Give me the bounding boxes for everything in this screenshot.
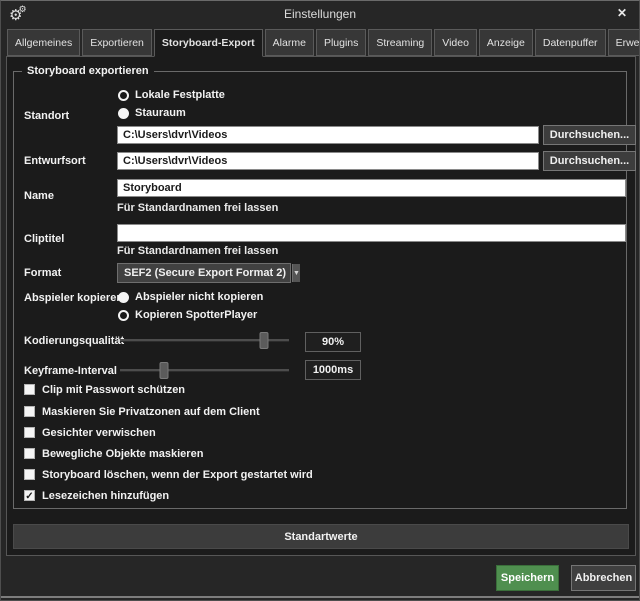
slider-track xyxy=(120,369,289,372)
keyframe-interval-slider[interactable] xyxy=(120,362,289,379)
tab-erweitert[interactable]: Erweitert xyxy=(608,29,640,56)
tab-allgemeines[interactable]: Allgemeines xyxy=(7,29,80,56)
standort-label: Standort xyxy=(24,110,69,122)
name-hint: Für Standardnamen frei lassen xyxy=(117,202,278,214)
close-icon[interactable]: ✕ xyxy=(617,6,627,20)
name-input[interactable] xyxy=(117,179,626,197)
checkbox-lesezeichen-label[interactable]: Lesezeichen hinzufügen xyxy=(42,490,169,502)
kodierungsqualitaet-value: 90% xyxy=(305,332,361,352)
radio-kopieren-spotterplayer[interactable] xyxy=(118,310,129,321)
footer: Speichern Abbrechen xyxy=(1,557,639,596)
tab-anzeige[interactable]: Anzeige xyxy=(479,29,533,56)
entwurfsort-label: Entwurfsort xyxy=(24,155,86,167)
window-title: Einstellungen xyxy=(1,7,639,21)
keyframe-interval-label: Keyframe-Interval xyxy=(24,365,117,377)
checkbox-bewegliche-objekte[interactable] xyxy=(24,448,35,459)
checkbox-privatzonen-maskieren-label[interactable]: Maskieren Sie Privatzonen auf dem Client xyxy=(42,406,260,418)
titlebar: ⚙⚙ Einstellungen ✕ xyxy=(1,1,639,28)
tab-video[interactable]: Video xyxy=(434,29,477,56)
tab-exportieren[interactable]: Exportieren xyxy=(82,29,152,56)
save-button[interactable]: Speichern xyxy=(496,565,559,591)
checkbox-lesezeichen[interactable] xyxy=(24,490,35,501)
cliptitel-hint: Für Standardnamen frei lassen xyxy=(117,245,278,257)
kodierungsqualitaet-slider[interactable] xyxy=(120,332,289,349)
tab-datenpuffer[interactable]: Datenpuffer xyxy=(535,29,606,56)
chevron-down-icon: ▼ xyxy=(292,264,300,282)
entwurfsort-input[interactable] xyxy=(117,152,539,170)
slider-handle[interactable] xyxy=(159,362,168,379)
format-label: Format xyxy=(24,267,61,279)
checkbox-bewegliche-objekte-label[interactable]: Bewegliche Objekte maskieren xyxy=(42,448,203,460)
format-select[interactable]: SEF2 (Secure Export Format 2) ▼ xyxy=(117,263,291,283)
standort-input[interactable] xyxy=(117,126,539,144)
defaults-button[interactable]: Standartwerte xyxy=(13,524,629,549)
keyframe-interval-value: 1000ms xyxy=(305,360,361,380)
radio-lokale-festplatte[interactable] xyxy=(118,90,129,101)
group-title: Storyboard exportieren xyxy=(22,65,154,77)
checkbox-privatzonen-maskieren[interactable] xyxy=(24,406,35,417)
checkbox-storyboard-loeschen-label[interactable]: Storyboard löschen, wenn der Export gest… xyxy=(42,469,313,481)
radio-stauraum-label[interactable]: Stauraum xyxy=(135,107,186,119)
slider-handle[interactable] xyxy=(259,332,268,349)
kodierungsqualitaet-label: Kodierungsqualität xyxy=(24,335,124,347)
window-bottom-edge xyxy=(1,596,639,598)
radio-abspieler-nicht-kopieren[interactable] xyxy=(118,292,129,303)
radio-kopieren-spotterplayer-label[interactable]: Kopieren SpotterPlayer xyxy=(135,309,257,321)
standort-browse-button[interactable]: Durchsuchen... xyxy=(543,125,636,145)
radio-lokale-festplatte-label[interactable]: Lokale Festplatte xyxy=(135,89,225,101)
radio-stauraum[interactable] xyxy=(118,108,129,119)
tab-storyboard-export[interactable]: Storyboard-Export xyxy=(154,29,263,57)
tab-streaming[interactable]: Streaming xyxy=(368,29,432,56)
settings-window: ⚙⚙ Einstellungen ✕ Allgemeines Exportier… xyxy=(0,0,640,601)
abspieler-label: Abspieler kopieren xyxy=(24,292,123,304)
tab-plugins[interactable]: Plugins xyxy=(316,29,366,56)
format-select-value: SEF2 (Secure Export Format 2) xyxy=(118,267,292,279)
checkbox-clip-passwort-label[interactable]: Clip mit Passwort schützen xyxy=(42,384,185,396)
checkbox-gesichter-verwischen[interactable] xyxy=(24,427,35,438)
tab-alarme[interactable]: Alarme xyxy=(265,29,314,56)
entwurfsort-browse-button[interactable]: Durchsuchen... xyxy=(543,151,636,171)
cancel-button[interactable]: Abbrechen xyxy=(571,565,636,591)
checkbox-storyboard-loeschen[interactable] xyxy=(24,469,35,480)
checkbox-clip-passwort[interactable] xyxy=(24,384,35,395)
radio-abspieler-nicht-kopieren-label[interactable]: Abspieler nicht kopieren xyxy=(135,291,263,303)
name-label: Name xyxy=(24,190,54,202)
cliptitel-label: Cliptitel xyxy=(24,233,64,245)
checkbox-gesichter-verwischen-label[interactable]: Gesichter verwischen xyxy=(42,427,156,439)
cliptitel-input[interactable] xyxy=(117,224,626,242)
storyboard-export-group: Storyboard exportieren Lokale Festplatte… xyxy=(13,71,627,509)
tabbar: Allgemeines Exportieren Storyboard-Expor… xyxy=(7,29,640,57)
